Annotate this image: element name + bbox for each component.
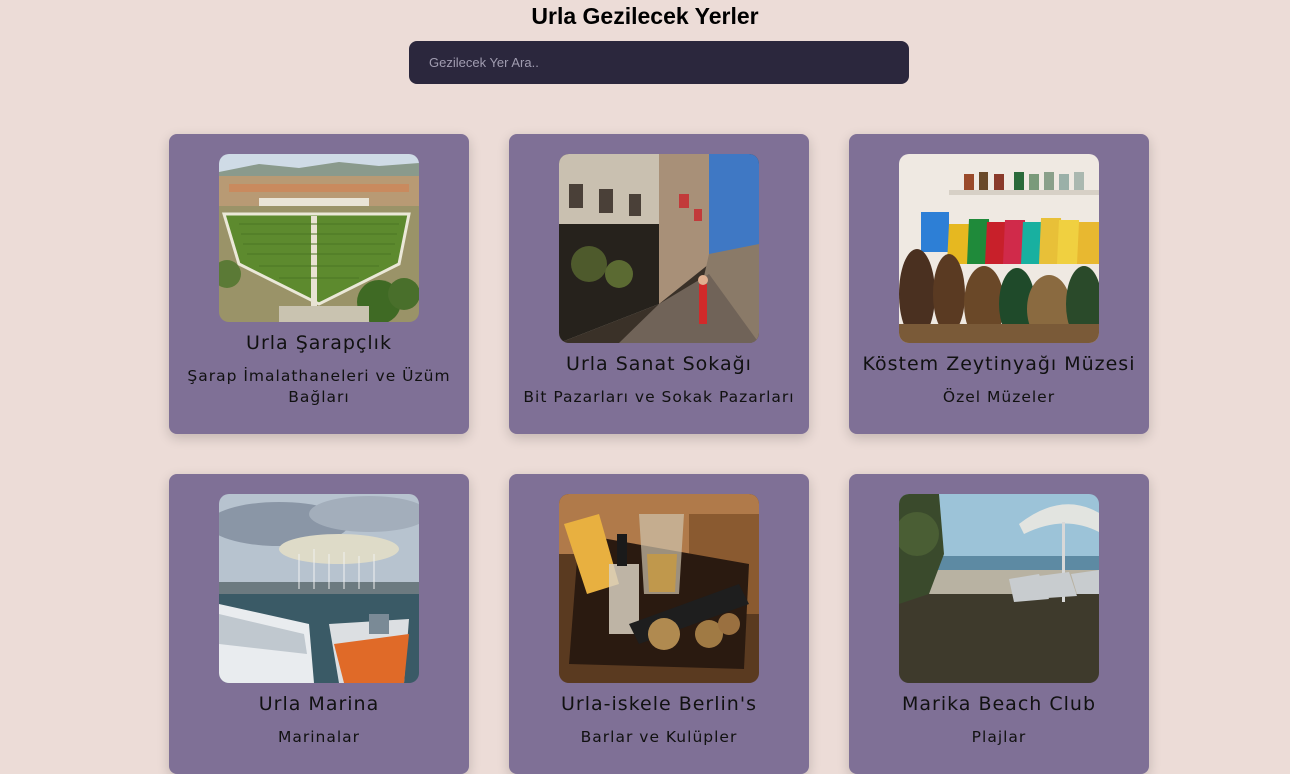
place-category: Plajlar (971, 728, 1027, 746)
place-card-marika-beach-club[interactable]: Marika Beach Club Plajlar (849, 474, 1149, 774)
place-category: Bit Pazarları ve Sokak Pazarları (523, 388, 795, 406)
place-card-urla-iskele-berlins[interactable]: Urla-iskele Berlin's Barlar ve Kulüpler (509, 474, 809, 774)
place-name: Köstem Zeytinyağı Müzesi (862, 353, 1136, 375)
vineyard-photo (219, 154, 419, 322)
search-bar (409, 41, 909, 84)
street-photo (559, 154, 759, 343)
bar-drinks-photo (559, 494, 759, 683)
place-card-urla-sanat-sokagi[interactable]: Urla Sanat Sokağı Bit Pazarları ve Sokak… (509, 134, 809, 434)
place-name: Urla Şarapçlık (246, 332, 392, 354)
beach-photo (899, 494, 1099, 683)
place-category: Marinalar (277, 728, 361, 746)
place-card-urla-marina[interactable]: Urla Marina Marinalar (169, 474, 469, 774)
place-name: Urla Sanat Sokağı (566, 353, 752, 375)
place-card-urla-sarapcilik[interactable]: Urla Şarapçlık Şarap İmalathaneleri ve Ü… (169, 134, 469, 434)
place-name: Urla Marina (258, 693, 380, 715)
place-name: Marika Beach Club (901, 693, 1097, 715)
museum-bottles-photo (899, 154, 1099, 343)
place-card-kostem-zeytinyagi-muzesi[interactable]: Köstem Zeytinyağı Müzesi Özel Müzeler (849, 134, 1149, 434)
page-title: Urla Gezilecek Yerler (531, 3, 759, 29)
place-category: Özel Müzeler (942, 388, 1056, 406)
search-input[interactable] (409, 41, 909, 84)
marina-photo (219, 494, 419, 683)
place-category: Barlar ve Kulüpler (580, 728, 738, 746)
place-category: Şarap İmalathaneleri ve Üzüm Bağları (187, 367, 451, 406)
place-name: Urla-iskele Berlin's (561, 693, 757, 715)
